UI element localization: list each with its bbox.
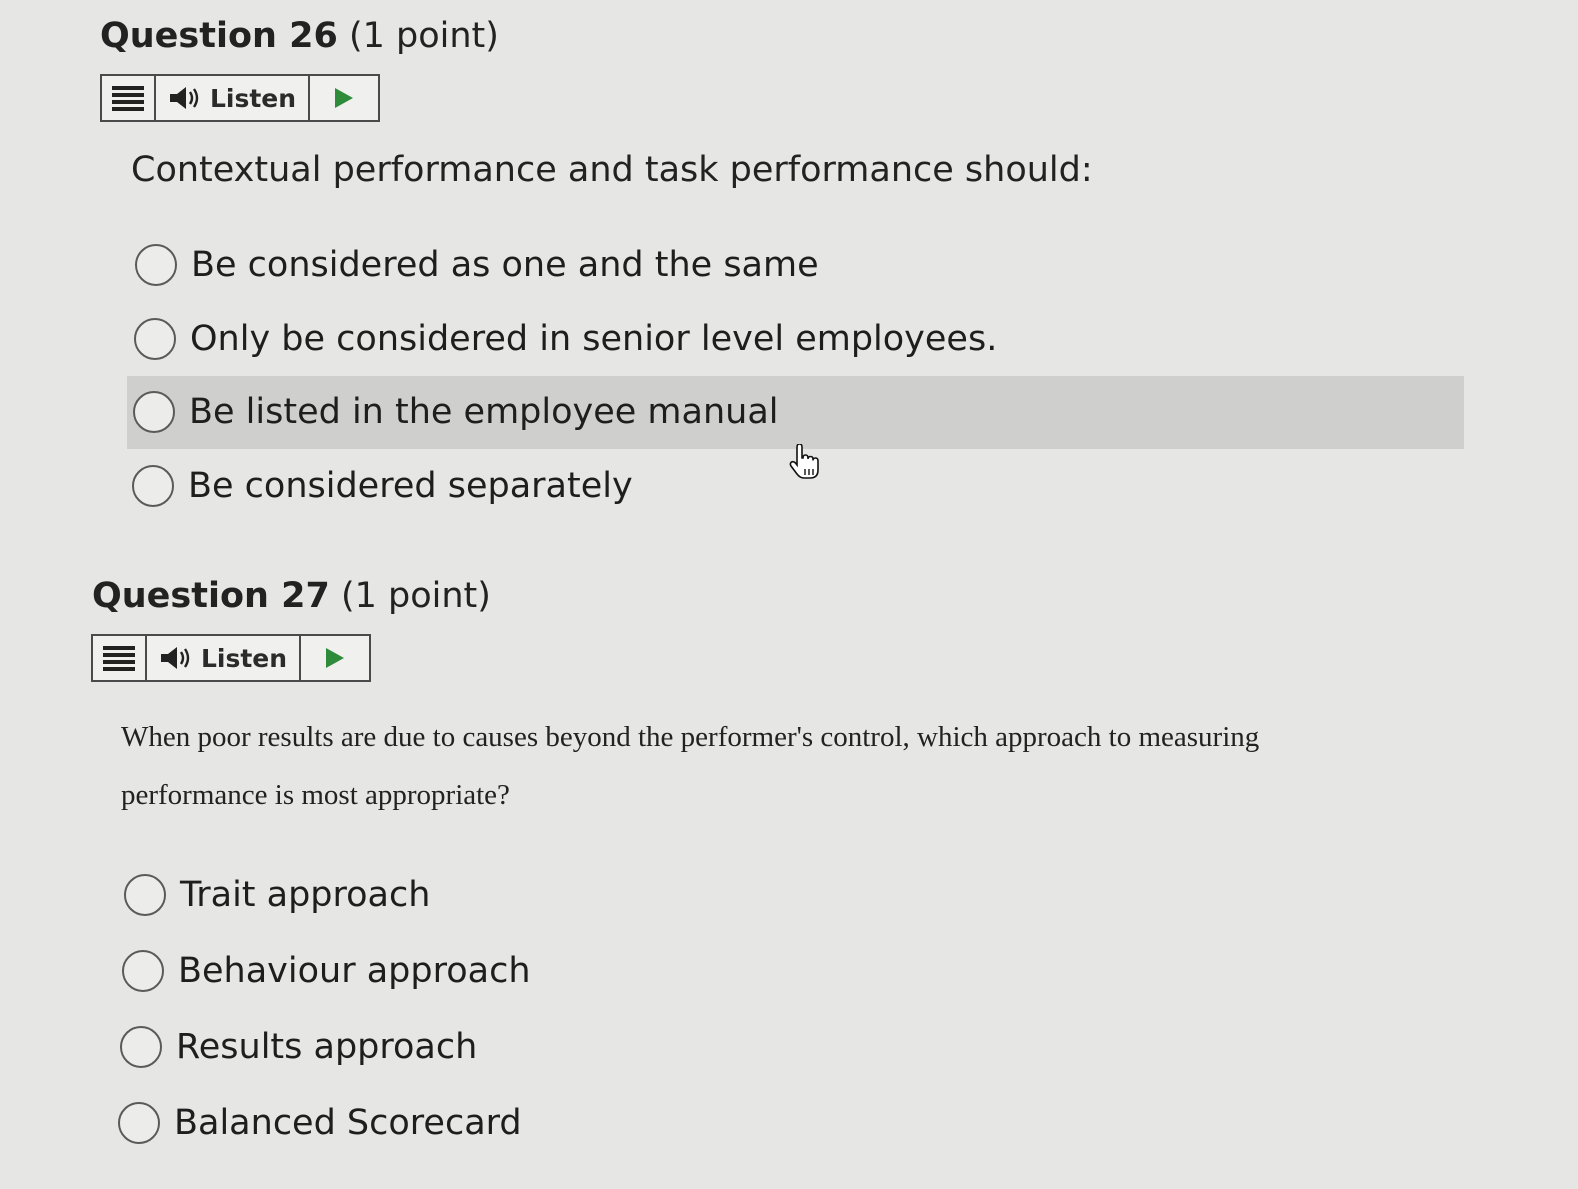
radio-button[interactable]	[134, 318, 176, 360]
listen-menu-button[interactable]	[102, 76, 156, 120]
radio-button[interactable]	[133, 391, 175, 433]
answer-option[interactable]: Only be considered in senior level emplo…	[134, 318, 997, 360]
radio-button[interactable]	[132, 465, 174, 507]
listen-button[interactable]: Listen	[156, 76, 310, 120]
question-title: Question 27 (1 point)	[92, 576, 491, 616]
option-label: Results approach	[176, 1027, 478, 1067]
play-icon	[335, 88, 353, 108]
radio-button[interactable]	[118, 1102, 160, 1144]
answer-option[interactable]: Balanced Scorecard	[118, 1102, 522, 1144]
option-label: Balanced Scorecard	[174, 1103, 522, 1143]
option-label: Be considered separately	[188, 466, 633, 506]
radio-button[interactable]	[124, 874, 166, 916]
menu-icon	[103, 646, 135, 671]
question-title: Question 26 (1 point)	[100, 16, 499, 56]
radio-button[interactable]	[135, 244, 177, 286]
question-points: (1 point)	[348, 16, 499, 56]
option-label: Trait approach	[180, 875, 431, 915]
answer-option[interactable]: Trait approach	[124, 874, 430, 916]
option-label: Only be considered in senior level emplo…	[190, 319, 998, 359]
listen-toolbar: Listen	[100, 74, 380, 122]
option-label: Be listed in the employee manual	[189, 392, 779, 432]
answer-option[interactable]: Behaviour approach	[122, 950, 531, 992]
play-button[interactable]	[310, 76, 378, 120]
answer-option[interactable]: Be considered as one and the same	[135, 244, 819, 286]
answer-option[interactable]: Results approach	[120, 1026, 477, 1068]
listen-menu-button[interactable]	[93, 636, 147, 680]
option-label: Behaviour approach	[178, 951, 531, 991]
hand-pointer-icon	[789, 444, 819, 479]
question-27: Question 27 (1 point) Listen When poor r…	[0, 560, 1578, 1180]
speaker-icon	[160, 647, 190, 669]
listen-toolbar: Listen	[91, 634, 371, 682]
speaker-icon	[169, 87, 199, 109]
prompt-line: When poor results are due to causes beyo…	[121, 721, 1260, 753]
question-prompt: Contextual performance and task performa…	[131, 150, 1093, 190]
question-number: Question 26	[100, 16, 338, 56]
answer-option[interactable]: Be considered separately	[132, 465, 633, 507]
play-icon	[326, 648, 344, 668]
option-label: Be considered as one and the same	[191, 245, 819, 285]
listen-label: Listen	[200, 643, 288, 673]
prompt-line: performance is most appropriate?	[121, 779, 510, 811]
radio-button[interactable]	[120, 1026, 162, 1068]
question-points: (1 point)	[340, 576, 491, 616]
menu-icon	[112, 86, 144, 111]
radio-button[interactable]	[122, 950, 164, 992]
question-number: Question 27	[92, 576, 330, 616]
question-26: Question 26 (1 point) Listen Contextual …	[0, 0, 1578, 540]
listen-label: Listen	[209, 83, 297, 113]
answer-option[interactable]: Be listed in the employee manual	[133, 391, 779, 433]
play-button[interactable]	[301, 636, 369, 680]
question-prompt: When poor results are due to causes beyo…	[121, 708, 1381, 824]
listen-button[interactable]: Listen	[147, 636, 301, 680]
